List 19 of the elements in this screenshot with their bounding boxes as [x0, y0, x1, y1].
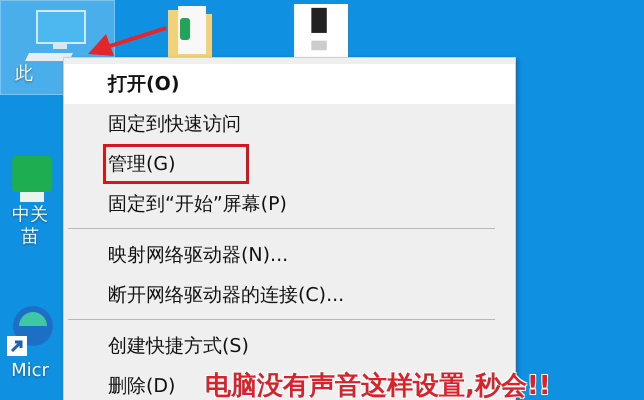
menu-item[interactable]: 映射网络驱动器(N)... [64, 235, 302, 275]
menu-item[interactable]: 固定到“开始”屏幕(P) [64, 184, 300, 224]
icon-label: Micr [11, 360, 49, 382]
menu-item-label: 创建快捷方式(S) [107, 334, 250, 359]
menu-item[interactable]: 固定到快速访问 [64, 104, 254, 144]
menu-item[interactable]: 打开(O) [64, 64, 515, 104]
icon-label: 中关 [12, 204, 48, 226]
menu-item[interactable]: 断开网络驱动器的连接(C)... [64, 275, 358, 315]
menu-item-label: 映射网络驱动器(N)... [107, 243, 290, 268]
icon-label: 苗 [21, 226, 39, 248]
menu-item-label: 固定到“开始”屏幕(P) [107, 192, 288, 217]
menu-item[interactable]: 管理(G) [64, 144, 257, 184]
menu-item-label: 断开网络驱动器的连接(C)... [107, 283, 346, 308]
menu-item-label: 删除(D) [107, 374, 176, 399]
menu-item[interactable]: 删除(D) [64, 366, 188, 400]
menu-item-label: 固定到快速访问 [107, 112, 242, 137]
icon-label: 此 [15, 63, 33, 85]
menu-item-label: 管理(G) [103, 144, 249, 184]
menu-item[interactable]: 创建快捷方式(S) [64, 326, 262, 366]
